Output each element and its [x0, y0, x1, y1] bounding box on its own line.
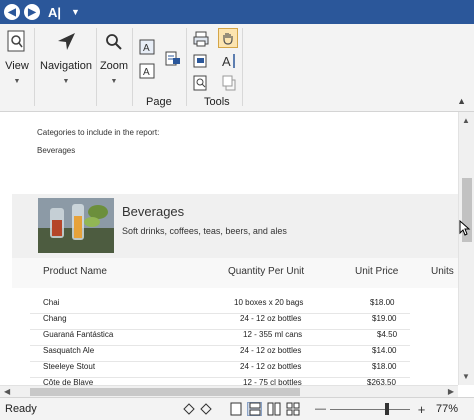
two-page-view-icon[interactable] — [266, 402, 281, 416]
font-icon[interactable]: A| — [48, 5, 61, 20]
hand-tool-icon[interactable] — [218, 28, 238, 48]
price-cell: $18.00 — [372, 362, 397, 371]
page-text-icon[interactable]: A — [138, 38, 156, 56]
navigation-button[interactable]: Navigation ▼ — [38, 28, 94, 85]
navigation-arrow-icon — [52, 28, 80, 56]
export-icon[interactable] — [192, 52, 210, 70]
horizontal-scrollbar[interactable]: ◀ ▶ — [0, 385, 458, 397]
scroll-right-icon[interactable]: ▶ — [448, 387, 454, 396]
ribbon-separator — [34, 28, 35, 106]
single-page-view-icon[interactable] — [228, 402, 243, 416]
scroll-left-icon[interactable]: ◀ — [4, 387, 10, 396]
price-cell: $4.50 — [377, 330, 398, 339]
svg-text:A: A — [143, 67, 150, 78]
zoom-level: 77% — [436, 403, 459, 415]
product-name-cell: Chai — [43, 298, 60, 307]
price-cell: $19.00 — [372, 314, 397, 323]
vertical-scrollbar[interactable]: ▲ ▼ — [458, 112, 474, 385]
zoom-button[interactable]: Zoom ▼ — [98, 28, 130, 85]
scroll-down-icon[interactable]: ▼ — [462, 372, 470, 381]
quantity-cell: 12 - 355 ml cans — [243, 330, 303, 339]
ribbon-separator — [132, 28, 133, 106]
quantity-cell: 10 boxes x 20 bags — [234, 298, 304, 307]
navigation-label: Navigation — [40, 60, 92, 72]
category-header: Beverages Soft drinks, coffees, teas, be… — [12, 194, 460, 258]
category-name: Beverages — [122, 204, 185, 219]
title-bar: ◀ ▶ A| ▼ — [0, 0, 474, 24]
zoom-slider[interactable] — [330, 409, 410, 410]
table-row: Steeleye Stout 24 - 12 oz bottles $18.00 — [0, 362, 474, 378]
price-cell: $14.00 — [372, 346, 397, 355]
forward-icon[interactable]: ▶ — [24, 4, 40, 20]
svg-text:A: A — [222, 54, 231, 69]
table-row: Chai 10 boxes x 20 bags $18.00 — [0, 298, 474, 314]
quantity-cell: 24 - 12 oz bottles — [240, 346, 302, 355]
copy-icon[interactable] — [220, 74, 238, 92]
page-text-small-icon[interactable]: A — [138, 62, 156, 80]
column-header-units: Units — [431, 266, 454, 277]
quantity-cell: 24 - 12 oz bottles — [240, 314, 302, 323]
product-name-cell: Chang — [43, 314, 67, 323]
chevron-down-icon: ▼ — [62, 78, 70, 85]
column-header-quantity: Quantity Per Unit — [228, 266, 305, 277]
back-icon[interactable]: ◀ — [4, 4, 20, 20]
page-group-label: Page — [146, 96, 172, 108]
chevron-down-icon: ▼ — [13, 78, 21, 85]
column-header-unit-price: Unit Price — [355, 266, 399, 277]
select-text-icon[interactable]: A — [220, 52, 238, 70]
horizontal-scroll-thumb[interactable] — [30, 388, 300, 396]
status-bar: Ready — + 77% — [0, 397, 474, 420]
price-cell: $18.00 — [370, 298, 395, 307]
ribbon-separator — [186, 28, 187, 106]
table-row: Chang 24 - 12 oz bottles $19.00 — [0, 314, 474, 330]
ribbon: View ▼ Navigation ▼ Zoom ▼ A A Page A To… — [0, 24, 474, 112]
status-text: Ready — [5, 403, 37, 415]
product-name-cell: Guaraná Fantástica — [43, 330, 114, 339]
product-name-cell: Sasquatch Ale — [43, 346, 95, 355]
table-row: Sasquatch Ale 24 - 12 oz bottles $14.00 — [0, 346, 474, 362]
ribbon-separator — [96, 28, 97, 106]
zoom-out-button[interactable]: — — [313, 402, 328, 416]
scroll-up-icon[interactable]: ▲ — [462, 116, 470, 125]
table-row: Guaraná Fantástica 12 - 355 ml cans $4.5… — [0, 330, 474, 346]
previous-page-icon[interactable] — [181, 402, 196, 416]
mouse-cursor-icon — [459, 220, 471, 236]
next-page-icon[interactable] — [198, 402, 213, 416]
quick-access-dropdown-icon[interactable]: ▼ — [71, 7, 80, 17]
tools-group-label: Tools — [204, 96, 230, 108]
filter-label: Categories to include in the report: — [37, 128, 160, 137]
find-icon[interactable] — [192, 74, 210, 92]
column-header-product-name: Product Name — [43, 266, 107, 277]
magnifier-icon — [100, 28, 128, 56]
continuous-view-icon[interactable] — [247, 402, 262, 416]
document-view-icon — [3, 28, 31, 56]
filter-value: Beverages — [37, 146, 76, 155]
print-icon[interactable] — [192, 30, 210, 48]
product-name-cell: Steeleye Stout — [43, 362, 96, 371]
svg-text:A: A — [143, 43, 150, 54]
zoom-in-button[interactable]: + — [414, 402, 429, 417]
view-button[interactable]: View ▼ — [4, 28, 30, 85]
quantity-cell: 24 - 12 oz bottles — [240, 362, 302, 371]
ribbon-separator — [242, 28, 243, 106]
category-description: Soft drinks, coffees, teas, beers, and a… — [122, 226, 287, 236]
chevron-down-icon: ▼ — [110, 78, 118, 85]
zoom-label: Zoom — [99, 60, 129, 72]
collapse-ribbon-icon[interactable]: ▲ — [457, 96, 466, 106]
zoom-slider-thumb[interactable] — [385, 403, 389, 415]
report-page: Categories to include in the report: Bev… — [0, 112, 474, 397]
page-setup-icon[interactable] — [164, 50, 182, 68]
category-image — [38, 198, 114, 253]
view-label: View — [5, 60, 29, 72]
report-viewer-window: ◀ ▶ A| ▼ View ▼ Navigation ▼ Zoom ▼ A A … — [0, 0, 474, 420]
multi-page-view-icon[interactable] — [285, 402, 300, 416]
